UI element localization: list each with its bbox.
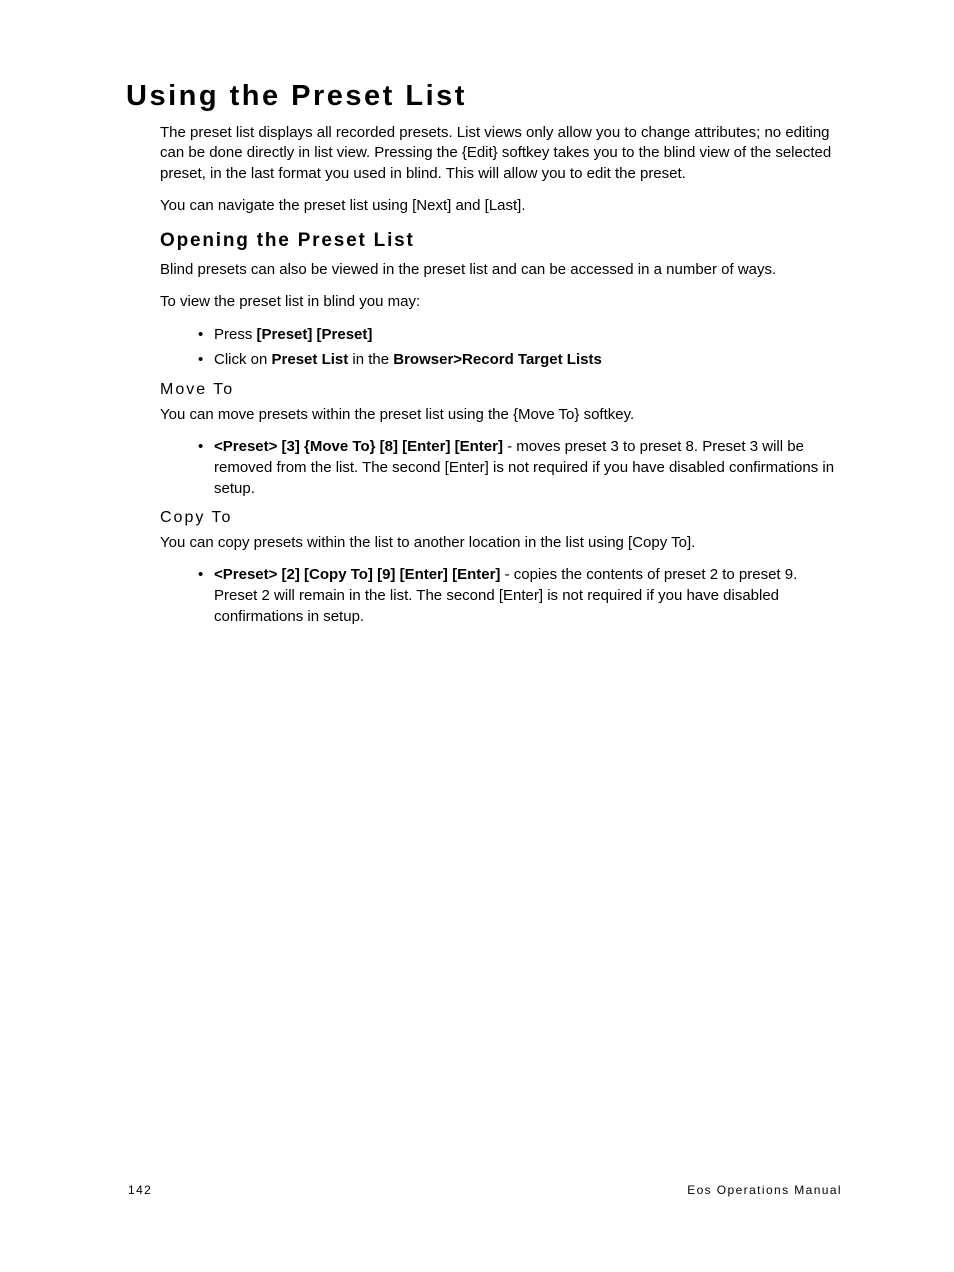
list-item: <Preset> [2] [Copy To] [9] [Enter] [Ente… <box>198 565 842 627</box>
document-title-footer: Eos Operations Manual <box>687 1183 842 1197</box>
subsection-heading-copy-to: Copy To <box>160 509 842 527</box>
opening-paragraph-2: To view the preset list in blind you may… <box>160 292 842 312</box>
page-title: Using the Preset List <box>126 80 842 113</box>
opening-bullet-list: Press [Preset] [Preset] Click on Preset … <box>198 325 842 371</box>
intro-paragraph-2: You can navigate the preset list using [… <box>160 196 842 216</box>
list-item: <Preset> [3] {Move To} [8] [Enter] [Ente… <box>198 437 842 499</box>
document-page: Using the Preset List The preset list di… <box>0 0 954 1272</box>
copy-to-bullet-list: <Preset> [2] [Copy To] [9] [Enter] [Ente… <box>198 565 842 627</box>
opening-paragraph-1: Blind presets can also be viewed in the … <box>160 260 842 280</box>
bullet-bold: [Preset] [Preset] <box>257 326 373 343</box>
page-footer: 142 Eos Operations Manual <box>128 1183 842 1197</box>
intro-paragraph-1: The preset list displays all recorded pr… <box>160 123 842 184</box>
section-heading-opening: Opening the Preset List <box>160 230 842 252</box>
page-number: 142 <box>128 1183 152 1197</box>
body-block: The preset list displays all recorded pr… <box>160 123 842 628</box>
bullet-text: in the <box>348 351 393 368</box>
copy-to-paragraph: You can copy presets within the list to … <box>160 533 842 553</box>
subsection-heading-move-to: Move To <box>160 381 842 399</box>
move-to-bullet-list: <Preset> [3] {Move To} [8] [Enter] [Ente… <box>198 437 842 499</box>
bullet-text: Click on <box>214 351 272 368</box>
list-item: Press [Preset] [Preset] <box>198 325 842 346</box>
move-to-paragraph: You can move presets within the preset l… <box>160 405 842 425</box>
bullet-text: Press <box>214 326 257 343</box>
bullet-bold: Preset List <box>272 351 349 368</box>
bullet-bold: <Preset> [2] [Copy To] [9] [Enter] [Ente… <box>214 566 500 583</box>
list-item: Click on Preset List in the Browser>Reco… <box>198 350 842 371</box>
bullet-bold: Browser>Record Target Lists <box>393 351 602 368</box>
bullet-bold: <Preset> [3] {Move To} [8] [Enter] [Ente… <box>214 438 503 455</box>
